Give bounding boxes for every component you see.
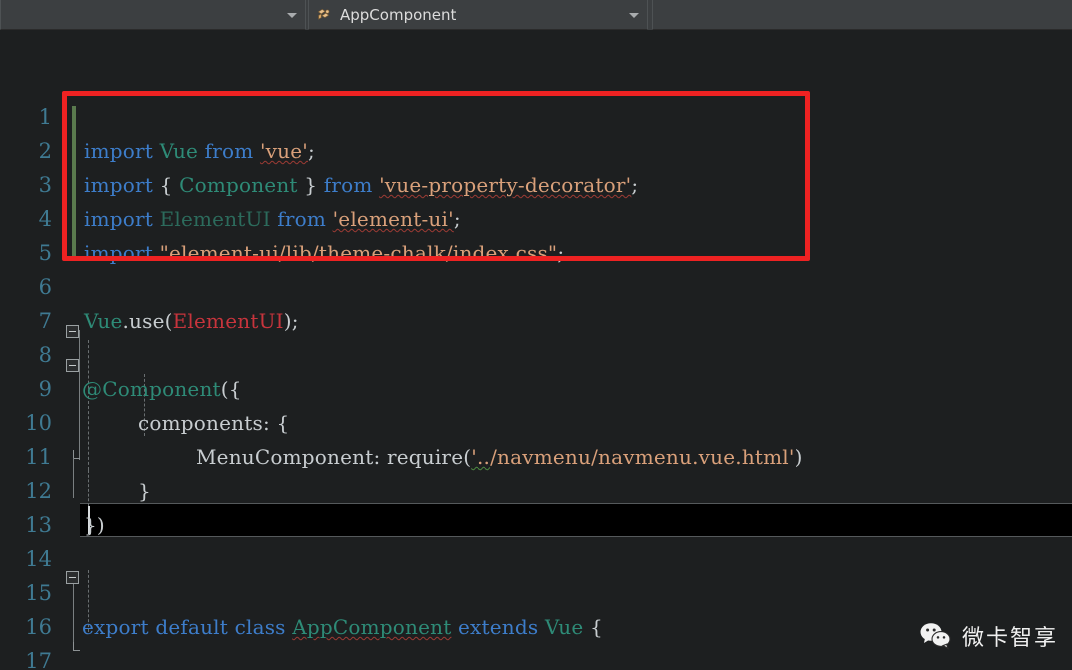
code-line[interactable]: 4 import "element-ui/lib/theme-chalk/ind… (0, 168, 1072, 265)
ide-window: AppComponent 1 import Vue from 'vue'; 2 … (0, 0, 1072, 670)
class-icon (317, 8, 330, 20)
code-line[interactable]: 10 MenuComponent: require('../navmenu/na… (0, 372, 1072, 469)
code-line[interactable]: 2 import { Component } from 'vue-propert… (0, 100, 1072, 197)
symbol-breadcrumb-combo[interactable]: AppComponent (308, 0, 648, 30)
code-line[interactable]: 16 (0, 576, 1072, 639)
symbol-breadcrumb-label: AppComponent (340, 5, 457, 24)
navigation-bar: AppComponent (0, 0, 1072, 30)
code-line[interactable]: 15 export default class AppComponent ext… (0, 542, 1072, 639)
code-lines[interactable]: 1 import Vue from 'vue'; 2 import { Comp… (0, 30, 1072, 670)
code-line[interactable]: 5 (0, 202, 1072, 265)
code-editor[interactable]: 1 import Vue from 'vue'; 2 import { Comp… (0, 30, 1072, 670)
code-line[interactable]: 13 (0, 474, 1072, 537)
chevron-down-icon[interactable] (629, 12, 639, 18)
code-line[interactable]: 14 (0, 508, 1072, 571)
code-line[interactable]: 9 components: { (0, 338, 1072, 435)
watermark: 微卡智享 (919, 620, 1058, 652)
code-line[interactable]: 1 import Vue from 'vue'; (0, 66, 1072, 163)
file-breadcrumb-combo[interactable] (0, 0, 306, 30)
chevron-down-icon[interactable] (287, 12, 297, 18)
code-line[interactable]: 6 Vue.use(ElementUI); (0, 236, 1072, 333)
code-line[interactable]: 3 import ElementUI from 'element-ui'; (0, 134, 1072, 231)
code-line[interactable]: 7 (0, 270, 1072, 333)
code-line[interactable]: 8 @Component({ (0, 304, 1072, 401)
code-line[interactable]: 18 (0, 644, 1072, 670)
code-line[interactable]: 17 } (0, 610, 1072, 670)
wechat-icon (920, 623, 951, 650)
code-line[interactable]: 12 }) (0, 440, 1072, 537)
watermark-text: 微卡智享 (961, 626, 1058, 651)
code-line[interactable]: 11 } (0, 406, 1072, 503)
extra-breadcrumb-field[interactable] (652, 0, 1072, 30)
